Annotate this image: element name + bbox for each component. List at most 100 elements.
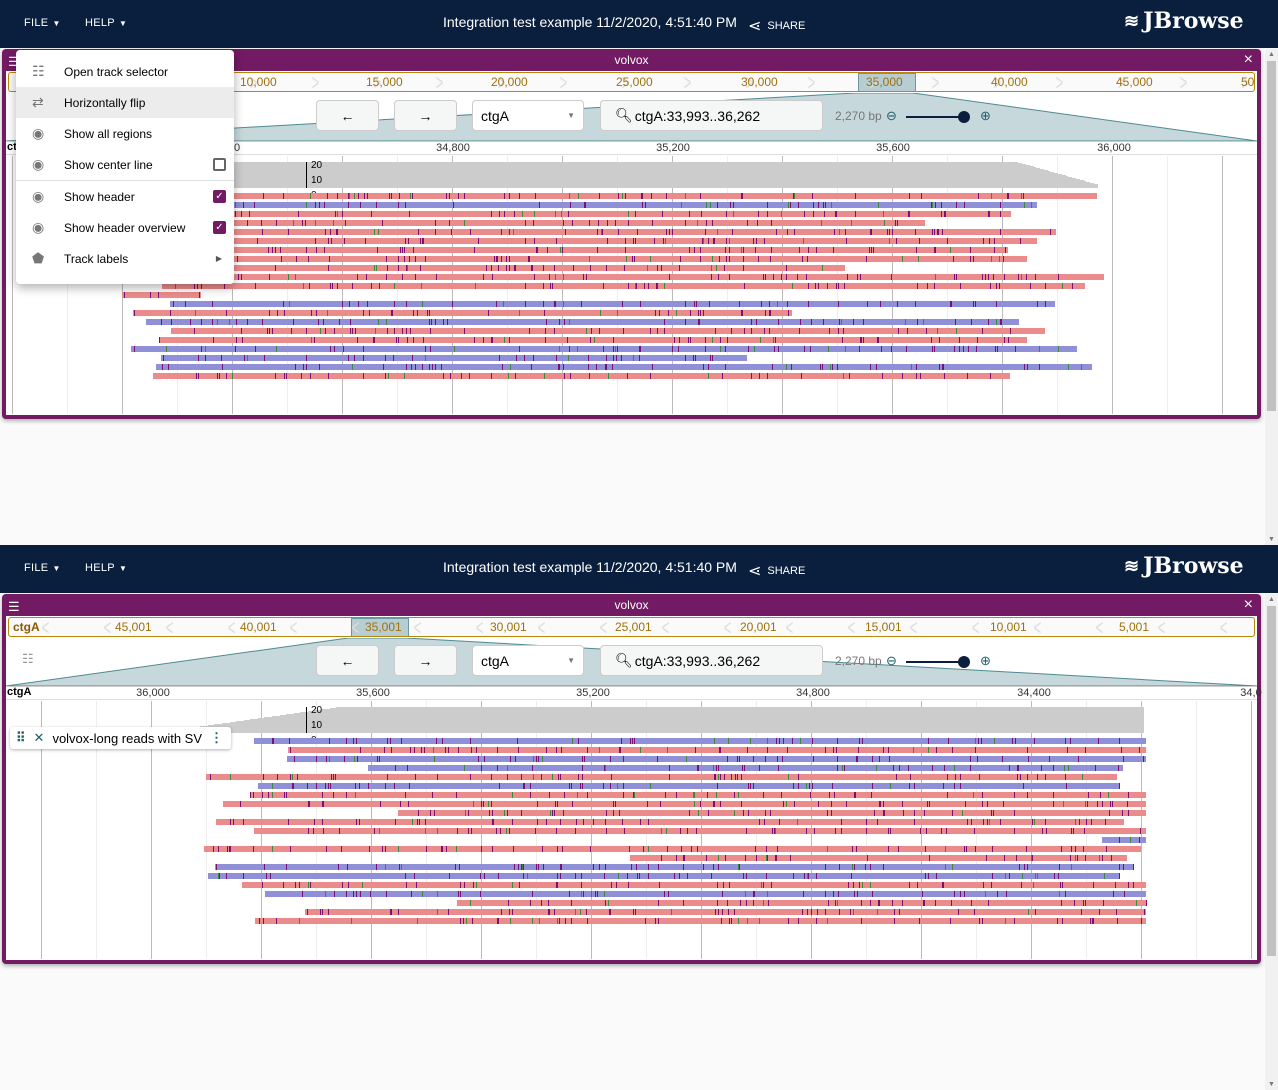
- scroll-up-icon[interactable]: ▲: [1268, 596, 1275, 603]
- share-button[interactable]: ⋖ SHARE: [748, 16, 805, 36]
- mismatch-mark: [649, 783, 651, 789]
- menu-item-track-labels[interactable]: ⬟ Track labels ▶: [16, 243, 234, 274]
- menu-item-open-track-selector[interactable]: ☷ Open track selector: [16, 56, 234, 87]
- zoom-in-icon[interactable]: ⊕: [980, 108, 991, 124]
- menu-item-show-all-regions[interactable]: ◉ Show all regions: [16, 118, 234, 149]
- overview-scale[interactable]: < < < < < < < < < < < < < < < < < < < < ctgA 45,001 40,001 35,0…: [8, 617, 1255, 637]
- read[interactable]: [398, 810, 1146, 816]
- menu-item-show-header-overview[interactable]: ◉ Show header overview ✓: [16, 212, 234, 243]
- location-search-input[interactable]: 🔍︎ ctgA:33,993..36,262: [600, 100, 823, 131]
- zoom-out-icon[interactable]: ⊖: [886, 653, 897, 669]
- location-search-input[interactable]: 🔍︎ ctgA:33,993..36,262: [600, 645, 823, 676]
- scroll-down-icon[interactable]: ▼: [1268, 1081, 1275, 1088]
- show-header-overview-checkbox[interactable]: ✓: [213, 221, 226, 234]
- read[interactable]: [265, 891, 1146, 897]
- read[interactable]: [208, 873, 1120, 879]
- read[interactable]: [254, 918, 1146, 924]
- mismatch-mark: [414, 873, 416, 879]
- read[interactable]: [158, 337, 1027, 343]
- menu-item-show-center-line[interactable]: ◉ Show center line: [16, 149, 234, 180]
- read[interactable]: [150, 238, 1038, 244]
- read[interactable]: [133, 211, 1011, 217]
- read[interactable]: [145, 319, 1019, 325]
- scroll-down-icon[interactable]: ▼: [1268, 536, 1275, 543]
- mismatch-mark: [774, 346, 776, 352]
- zoom-slider-knob[interactable]: [958, 656, 970, 668]
- read[interactable]: [206, 774, 1118, 780]
- refname-select[interactable]: ctgA ▼: [472, 100, 584, 131]
- zoom-slider[interactable]: [906, 656, 970, 668]
- scrollbar-thumb[interactable]: [1267, 61, 1276, 411]
- mismatch-mark: [783, 801, 785, 807]
- read[interactable]: [160, 355, 748, 361]
- read[interactable]: [132, 256, 1027, 262]
- pan-left-button[interactable]: ←: [316, 645, 379, 676]
- read[interactable]: [136, 202, 1038, 208]
- help-menu-button[interactable]: HELP ▼: [85, 562, 127, 574]
- drag-handle-icon[interactable]: ⠿: [16, 730, 26, 746]
- mismatch-mark: [635, 238, 637, 244]
- read[interactable]: [254, 738, 1146, 744]
- read[interactable]: [629, 855, 1128, 861]
- read[interactable]: [258, 783, 1121, 789]
- pan-right-button[interactable]: →: [394, 100, 457, 131]
- file-menu-button[interactable]: FILE ▼: [24, 17, 61, 29]
- zoom-slider-knob[interactable]: [958, 111, 970, 123]
- read[interactable]: [457, 900, 1147, 906]
- read[interactable]: [304, 909, 1146, 915]
- share-button[interactable]: ⋖ SHARE: [748, 561, 805, 581]
- read[interactable]: [162, 283, 1085, 289]
- read[interactable]: [122, 292, 201, 298]
- close-view-icon[interactable]: ×: [1244, 51, 1253, 69]
- pan-right-button[interactable]: →: [394, 645, 457, 676]
- close-track-icon[interactable]: ✕: [34, 730, 45, 746]
- read[interactable]: [170, 328, 1046, 334]
- zoom-in-icon[interactable]: ⊕: [980, 653, 991, 669]
- zoom-slider[interactable]: [906, 111, 970, 123]
- track-menu-icon[interactable]: ⋮: [210, 730, 223, 746]
- read[interactable]: [162, 274, 1104, 280]
- read[interactable]: [153, 373, 1011, 379]
- mismatch-mark: [948, 738, 950, 744]
- read[interactable]: [286, 756, 1146, 762]
- read[interactable]: [1102, 837, 1146, 843]
- close-view-icon[interactable]: ×: [1244, 596, 1253, 614]
- track-selector-icon[interactable]: ☷: [22, 651, 34, 667]
- menu-item-show-header[interactable]: ◉ Show header ✓: [16, 181, 234, 212]
- mismatch-mark: [750, 319, 752, 325]
- menu-item-horizontally-flip[interactable]: ⇄ Horizontally flip: [16, 87, 234, 118]
- read[interactable]: [222, 801, 1146, 807]
- scrollbar-thumb[interactable]: [1267, 606, 1276, 956]
- read[interactable]: [156, 364, 1093, 370]
- mismatch-mark: [618, 810, 620, 816]
- mismatch-mark: [833, 891, 835, 897]
- center-line-checkbox[interactable]: [213, 158, 226, 171]
- scroll-up-icon[interactable]: ▲: [1268, 51, 1275, 58]
- read[interactable]: [242, 882, 1146, 888]
- read[interactable]: [147, 229, 1056, 235]
- show-header-checkbox[interactable]: ✓: [213, 190, 226, 203]
- help-menu-button[interactable]: HELP ▼: [85, 17, 127, 29]
- read[interactable]: [131, 265, 845, 271]
- mismatch-mark: [623, 756, 625, 762]
- read[interactable]: [215, 864, 1135, 870]
- refname-select[interactable]: ctgA ▼: [472, 645, 584, 676]
- read[interactable]: [131, 346, 1077, 352]
- read[interactable]: [123, 220, 926, 226]
- read[interactable]: [132, 310, 793, 316]
- read[interactable]: [169, 301, 1056, 307]
- read[interactable]: [215, 819, 1125, 825]
- read[interactable]: [172, 247, 1009, 253]
- zoom-out-icon[interactable]: ⊖: [886, 108, 897, 124]
- page-scrollbar[interactable]: ▲ ▼: [1265, 49, 1278, 545]
- read[interactable]: [368, 765, 1123, 771]
- page-scrollbar[interactable]: ▲ ▼: [1265, 594, 1278, 1090]
- mismatch-mark: [280, 256, 282, 262]
- read[interactable]: [287, 747, 1146, 753]
- read[interactable]: [249, 792, 1146, 798]
- read[interactable]: [254, 828, 1146, 834]
- read[interactable]: [204, 846, 1141, 852]
- read[interactable]: [122, 193, 1098, 199]
- file-menu-button[interactable]: FILE ▼: [24, 562, 61, 574]
- pan-left-button[interactable]: ←: [316, 100, 379, 131]
